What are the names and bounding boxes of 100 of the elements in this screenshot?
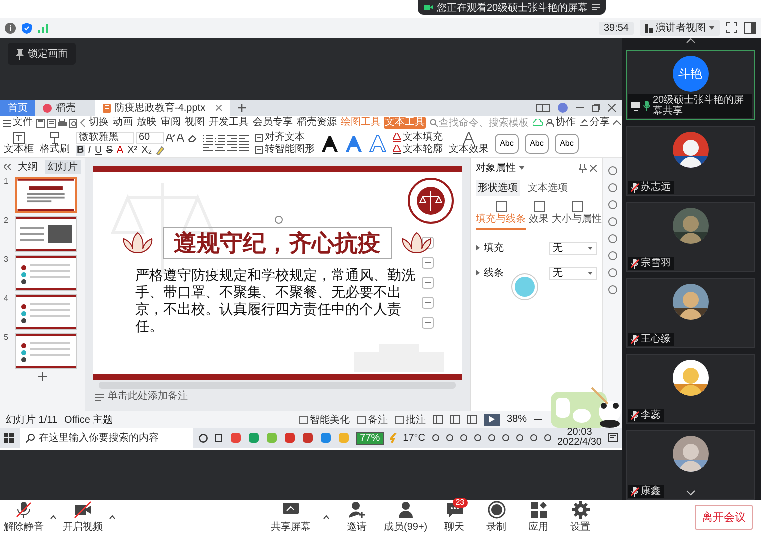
format-button[interactable]: I [87, 144, 92, 156]
align-left-icon[interactable] [203, 144, 213, 152]
leave-meeting-button[interactable]: 离开会议 [695, 505, 753, 530]
dropdown[interactable]: 无 [549, 266, 597, 280]
slide-thumbnail[interactable] [15, 294, 77, 330]
normal-view-icon[interactable] [432, 415, 443, 424]
expand-icon[interactable] [109, 515, 116, 520]
collapse-icon[interactable] [4, 164, 11, 170]
close-icon[interactable] [216, 105, 222, 111]
text-box-button[interactable]: 文本框 [4, 132, 34, 155]
outdent-icon[interactable] [239, 135, 249, 143]
dropdown[interactable]: 无 [549, 242, 597, 254]
format-button[interactable]: A [116, 144, 125, 156]
save-icon[interactable] [36, 118, 45, 128]
pane-subtab[interactable]: 大小与属性 [552, 201, 602, 230]
toolbar-button[interactable]: 设置 [566, 501, 596, 534]
toolbar-button[interactable]: 邀请 [342, 501, 372, 534]
toolbar-link[interactable]: 分享 [579, 117, 611, 129]
video-tile[interactable]: 苏志远 [626, 126, 755, 196]
grow-font-icon[interactable] [166, 134, 175, 142]
expand-icon[interactable] [323, 515, 330, 520]
restore-icon[interactable] [592, 104, 600, 112]
scroll-up-icon[interactable] [686, 38, 696, 44]
menu-icon[interactable] [592, 4, 600, 11]
text-outline-button[interactable]: 文本轮廓 [393, 144, 443, 155]
expand-icon[interactable] [476, 270, 480, 276]
video-tile[interactable]: 李蕊 [626, 354, 755, 424]
menu-item[interactable]: 审阅 [160, 117, 182, 129]
video-tile[interactable]: 王心缘 [626, 278, 755, 348]
style-sample[interactable]: Abc [495, 134, 519, 154]
format-button[interactable]: B [76, 144, 86, 156]
format-button[interactable]: U [94, 144, 104, 156]
slide-thumbnail[interactable] [15, 255, 77, 291]
comments-button[interactable]: 批注 [394, 412, 426, 426]
panel-tab[interactable]: 幻灯片 [45, 160, 81, 174]
fullscreen-icon[interactable] [726, 22, 738, 34]
expand-icon[interactable] [476, 245, 480, 251]
notes-button[interactable]: 备注 [356, 412, 388, 426]
format-button[interactable]: X₂ [140, 144, 154, 156]
document-tab[interactable]: 首页 [0, 100, 35, 116]
slide-thumbnail[interactable] [15, 216, 77, 252]
numbered-list-icon[interactable] [215, 135, 225, 143]
preview-icon[interactable] [69, 118, 78, 128]
shrink-font-icon[interactable] [177, 134, 186, 142]
menu-item[interactable]: 动画 [112, 117, 134, 129]
video-tile[interactable]: 宗雪羽 [626, 202, 755, 272]
windows-icon[interactable] [4, 433, 14, 443]
lock-screen-button[interactable]: 锁定画面 [8, 43, 76, 65]
shield-icon[interactable] [22, 22, 32, 34]
cortana-icon[interactable] [199, 434, 208, 442]
notes-placeholder[interactable]: 单击此处添加备注 [108, 391, 188, 403]
align-right-icon[interactable] [227, 144, 237, 152]
format-button[interactable]: S [105, 144, 114, 156]
text-style-icon[interactable] [321, 134, 339, 152]
format-painter-button[interactable]: 格式刷 [40, 132, 70, 155]
video-tile[interactable]: 斗艳 20级硕士张斗艳的屏幕共享 [626, 50, 755, 120]
taskbar-search-field[interactable]: 在这里输入你要搜索的内容 [20, 428, 194, 448]
menu-item[interactable]: 开发工具 [208, 117, 250, 129]
play-button[interactable] [484, 414, 500, 426]
style-sample[interactable]: Abc [555, 134, 579, 154]
print-icon[interactable] [58, 118, 67, 128]
slide-thumbnail[interactable] [15, 177, 77, 213]
toolbar-button[interactable]: 录制 [482, 501, 512, 534]
pane-subtab[interactable]: 效果 [529, 201, 549, 230]
chevron-left-icon[interactable] [80, 119, 86, 127]
reading-view-icon[interactable] [466, 415, 477, 424]
pane-tab[interactable]: 形状选项 [476, 180, 520, 196]
collapse-icon[interactable] [613, 120, 621, 126]
grid-view-icon[interactable] [450, 415, 460, 424]
notification-icon[interactable] [608, 433, 618, 443]
menu-item[interactable]: 稻壳资源 [296, 117, 338, 129]
add-slide-icon[interactable] [38, 372, 47, 381]
menu-item[interactable]: 文件 [2, 117, 34, 129]
export-icon[interactable] [47, 118, 56, 128]
highlighter-icon[interactable] [155, 146, 164, 154]
beautify-button[interactable]: 智能美化 [298, 412, 350, 426]
smart-art-button[interactable]: 转智能图形 [255, 144, 315, 155]
toolbar-button[interactable]: 应用 [524, 501, 554, 534]
video-tile[interactable]: 康鑫 [626, 430, 755, 500]
task-view-icon[interactable] [214, 434, 224, 442]
slide-thumbnail[interactable] [15, 333, 77, 369]
sidebar-icon[interactable] [744, 22, 756, 34]
toolbar-link[interactable]: 协作 [545, 117, 577, 129]
expand-icon[interactable] [50, 515, 57, 520]
info-icon[interactable] [5, 22, 16, 34]
eraser-icon[interactable] [188, 134, 197, 142]
text-effect-button[interactable]: 文本效果 [449, 132, 489, 155]
indent-icon[interactable] [227, 135, 237, 143]
style-sample[interactable]: Abc [525, 134, 549, 154]
justify-icon[interactable] [239, 144, 249, 152]
pane-tab[interactable]: 文本选项 [526, 180, 570, 196]
speaker-view-button[interactable]: 演讲者视图 [640, 20, 720, 36]
document-tab[interactable]: 防疫思政教育-4.pptx [95, 100, 230, 116]
format-button[interactable]: X² [126, 144, 139, 156]
toolbar-button[interactable]: 开启视频 [63, 501, 103, 534]
align-text-button[interactable]: 对齐文本 [255, 132, 315, 143]
text-fill-button[interactable]: 文本填充 [393, 132, 443, 143]
bullet-list-icon[interactable] [203, 135, 213, 143]
rotate-handle-icon[interactable] [275, 216, 283, 224]
toolbar-button[interactable]: 共享屏幕 [271, 501, 311, 534]
